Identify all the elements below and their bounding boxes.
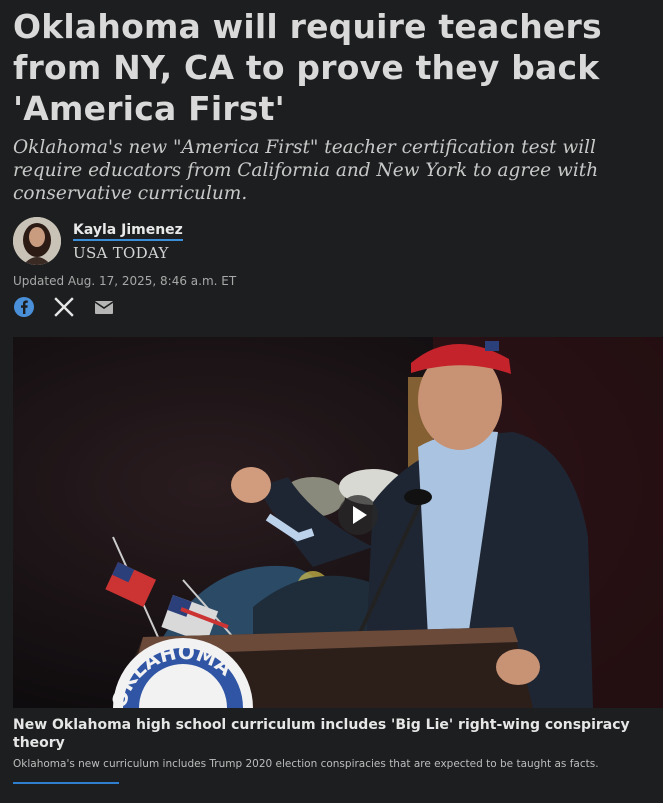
- video-description: Oklahoma's new curriculum includes Trump…: [13, 758, 599, 770]
- video-title[interactable]: New Oklahoma high school curriculum incl…: [13, 716, 653, 752]
- video-player[interactable]: OKLAHOMA: [13, 337, 663, 708]
- caption-divider: [13, 782, 119, 784]
- byline: Kayla Jimenez USA TODAY: [13, 217, 413, 267]
- author-avatar[interactable]: [13, 217, 61, 265]
- author-link[interactable]: Kayla Jimenez: [73, 222, 183, 241]
- article-dek: Oklahoma's new "America First" teacher c…: [13, 137, 599, 204]
- play-button[interactable]: [338, 495, 378, 535]
- share-bar: [13, 296, 133, 320]
- updated-timestamp: Updated Aug. 17, 2025, 8:46 a.m. ET: [13, 274, 237, 288]
- email-icon[interactable]: [93, 296, 117, 320]
- outlet-name: USA TODAY: [73, 244, 169, 262]
- x-icon[interactable]: [53, 296, 77, 320]
- facebook-icon[interactable]: [13, 296, 37, 320]
- article-headline: Oklahoma will require teachers from NY, …: [13, 7, 602, 128]
